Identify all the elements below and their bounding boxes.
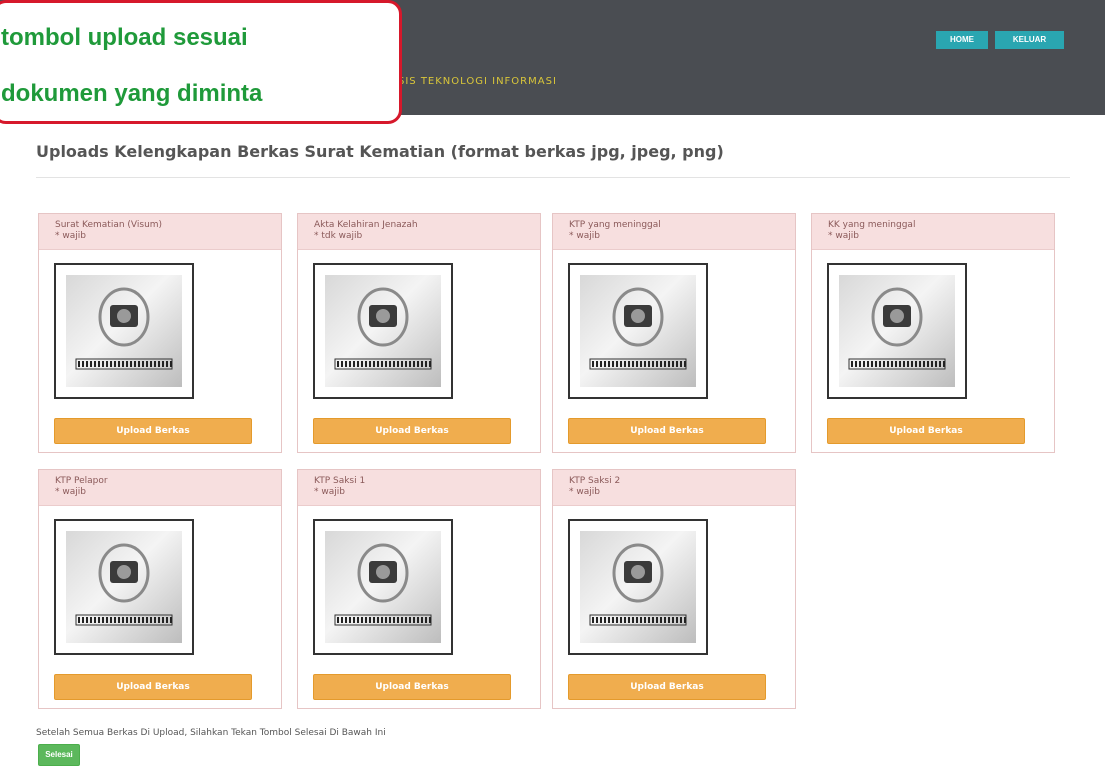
document-preview — [54, 519, 194, 655]
upload-button[interactable]: Upload Berkas — [54, 418, 252, 444]
document-title: KTP Pelapor — [55, 476, 108, 486]
card-header: Akta Kelahiran Jenazah * tdk wajib — [298, 214, 540, 250]
app-subtitle: SIS TEKNOLOGI INFORMASI — [398, 76, 557, 87]
document-card-surat-kematian: Surat Kematian (Visum) * wajib Upload Be… — [38, 213, 282, 453]
document-card-ktp-saksi-1: KTP Saksi 1 * wajib Upload Berkas — [297, 469, 541, 709]
document-card-ktp-meninggal: KTP yang meninggal * wajib Upload Berkas — [552, 213, 796, 453]
requirement-label: * tdk wajib — [314, 231, 363, 241]
document-title: Akta Kelahiran Jenazah — [314, 220, 418, 230]
camera-placeholder-icon — [839, 275, 955, 387]
upload-button[interactable]: Upload Berkas — [313, 674, 511, 700]
home-button[interactable]: HOME — [936, 31, 988, 49]
title-divider — [36, 177, 1070, 178]
document-title: KTP Saksi 1 — [314, 476, 366, 486]
upload-button[interactable]: Upload Berkas — [568, 674, 766, 700]
document-preview — [54, 263, 194, 399]
card-header: KTP Pelapor * wajib — [39, 470, 281, 506]
page-title: Uploads Kelengkapan Berkas Surat Kematia… — [36, 142, 724, 161]
document-card-ktp-saksi-2: KTP Saksi 2 * wajib Upload Berkas — [552, 469, 796, 709]
document-preview — [568, 263, 708, 399]
finish-button[interactable]: Selesai — [38, 744, 80, 766]
upload-button[interactable]: Upload Berkas — [827, 418, 1025, 444]
camera-placeholder-icon — [580, 275, 696, 387]
card-header: KTP Saksi 2 * wajib — [553, 470, 795, 506]
logout-button[interactable]: KELUAR — [995, 31, 1064, 49]
requirement-label: * wajib — [569, 487, 600, 497]
callout-text-line-2: dokumen yang diminta — [1, 80, 263, 107]
card-header: KTP Saksi 1 * wajib — [298, 470, 540, 506]
card-header: KK yang meninggal * wajib — [812, 214, 1054, 250]
requirement-label: * wajib — [55, 487, 86, 497]
requirement-label: * wajib — [828, 231, 859, 241]
finish-instruction: Setelah Semua Berkas Di Upload, Silahkan… — [36, 728, 386, 738]
document-title: KTP yang meninggal — [569, 220, 661, 230]
document-title: KTP Saksi 2 — [569, 476, 621, 486]
document-title: KK yang meninggal — [828, 220, 916, 230]
card-header: Surat Kematian (Visum) * wajib — [39, 214, 281, 250]
callout-text-line-1: tombol upload sesuai — [1, 24, 248, 51]
document-card-kk-meninggal: KK yang meninggal * wajib Upload Berkas — [811, 213, 1055, 453]
document-preview — [313, 263, 453, 399]
card-header: KTP yang meninggal * wajib — [553, 214, 795, 250]
document-preview — [313, 519, 453, 655]
requirement-label: * wajib — [55, 231, 86, 241]
document-card-akta-kelahiran: Akta Kelahiran Jenazah * tdk wajib Uploa… — [297, 213, 541, 453]
camera-placeholder-icon — [325, 275, 441, 387]
document-preview — [827, 263, 967, 399]
camera-placeholder-icon — [325, 531, 441, 643]
document-card-ktp-pelapor: KTP Pelapor * wajib Upload Berkas — [38, 469, 282, 709]
upload-button[interactable]: Upload Berkas — [54, 674, 252, 700]
document-preview — [568, 519, 708, 655]
camera-placeholder-icon — [66, 531, 182, 643]
camera-placeholder-icon — [66, 275, 182, 387]
annotation-callout: tombol upload sesuai dokumen yang dimint… — [0, 0, 402, 124]
camera-placeholder-icon — [580, 531, 696, 643]
requirement-label: * wajib — [314, 487, 345, 497]
upload-button[interactable]: Upload Berkas — [313, 418, 511, 444]
upload-button[interactable]: Upload Berkas — [568, 418, 766, 444]
requirement-label: * wajib — [569, 231, 600, 241]
document-title: Surat Kematian (Visum) — [55, 220, 163, 230]
